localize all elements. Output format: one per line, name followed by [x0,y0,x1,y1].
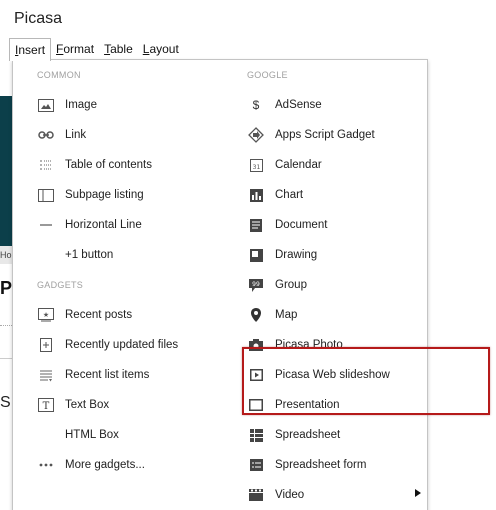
menu-item-horizontal-line[interactable]: Horizontal Line [13,210,219,240]
menu-table[interactable]: Table [99,38,138,60]
slideshow-icon [247,367,265,383]
drawing-icon [247,247,265,263]
calendar-icon: 31 [247,157,265,173]
menu-item-more-gadgets[interactable]: More gadgets... [13,450,219,480]
menu-item-html-box[interactable]: HTML Box [13,420,219,450]
section-header-common: COMMON [37,70,81,80]
svg-text:T: T [43,401,50,412]
menu-item-image[interactable]: Image [13,90,219,120]
section-header-google: GOOGLE [247,70,288,80]
spreadsheet-icon [247,427,265,443]
menu-item-recent-posts[interactable]: ★ Recent posts [13,300,219,330]
svg-text:99: 99 [252,281,260,288]
menu-item-subpage-listing[interactable]: Subpage listing [13,180,219,210]
insert-menu-dropdown: COMMON Image Link Table of contents Subp… [12,59,428,510]
menu-item-picasa-photo[interactable]: Picasa Photo [223,330,429,360]
map-pin-icon [247,307,265,323]
menu-item-text-box[interactable]: T Text Box [13,390,219,420]
video-icon [247,487,265,503]
menubar: Insert Format Table Layout [9,38,184,61]
recent-posts-icon: ★ [37,307,55,323]
menu-item-recently-updated-files[interactable]: Recently updated files [13,330,219,360]
menu-item-apps-script-gadget[interactable]: Apps Script Gadget [223,120,429,150]
app-title: Picasa [14,10,63,27]
svg-text:★: ★ [43,311,49,319]
menu-format[interactable]: Format [51,38,99,60]
apps-script-icon [247,127,265,143]
menu-item-document[interactable]: Document [223,210,429,240]
presentation-icon [247,397,265,413]
subpage-listing-icon [37,187,55,203]
background-nav-fragment: Ho [0,246,12,264]
background-page-banner [0,96,12,246]
menu-item-group[interactable]: 99 Group [223,270,429,300]
menu-layout[interactable]: Layout [138,38,184,60]
menu-item-spreadsheet-form[interactable]: Spreadsheet form [223,450,429,480]
menu-item-video[interactable]: Video [223,480,429,510]
recent-list-items-icon [37,367,55,383]
submenu-arrow-icon [415,489,421,497]
menu-item-chart[interactable]: Chart [223,180,429,210]
svg-text:31: 31 [252,164,260,171]
spreadsheet-form-icon [247,457,265,473]
menu-item-adsense[interactable]: $ AdSense [223,90,429,120]
camera-icon [247,337,265,353]
document-icon [247,217,265,233]
menu-item-drawing[interactable]: Drawing [223,240,429,270]
group-icon: 99 [247,277,265,293]
menu-item-presentation[interactable]: Presentation [223,390,429,420]
menu-insert[interactable]: Insert [9,38,52,61]
recently-updated-files-icon [37,337,55,353]
more-icon [37,457,55,473]
right-column: GOOGLE $ AdSense Apps Script Gadget 31 C… [223,60,429,510]
menu-item-link[interactable]: Link [13,120,219,150]
text-box-icon: T [37,397,55,413]
menu-item-map[interactable]: Map [223,300,429,330]
table-of-contents-icon [37,157,55,173]
menu-item-picasa-web-slideshow[interactable]: Picasa Web slideshow [223,360,429,390]
menu-item-table-of-contents[interactable]: Table of contents [13,150,219,180]
adsense-icon: $ [252,98,260,112]
menu-item-plus-one-button[interactable]: +1 button [13,240,219,270]
background-heading-fragment: S [0,394,11,411]
background-divider [0,325,12,326]
menu-item-spreadsheet[interactable]: Spreadsheet [223,420,429,450]
horizontal-line-icon [37,217,55,233]
image-icon [37,97,55,113]
menu-item-recent-list-items[interactable]: Recent list items [13,360,219,390]
background-title-fragment: Pi [0,278,12,298]
menu-item-calendar[interactable]: 31 Calendar [223,150,429,180]
section-header-gadgets: GADGETS [37,280,84,290]
link-icon [37,127,55,143]
background-divider [0,358,12,359]
left-column: COMMON Image Link Table of contents Subp… [13,60,219,480]
chart-icon [247,187,265,203]
